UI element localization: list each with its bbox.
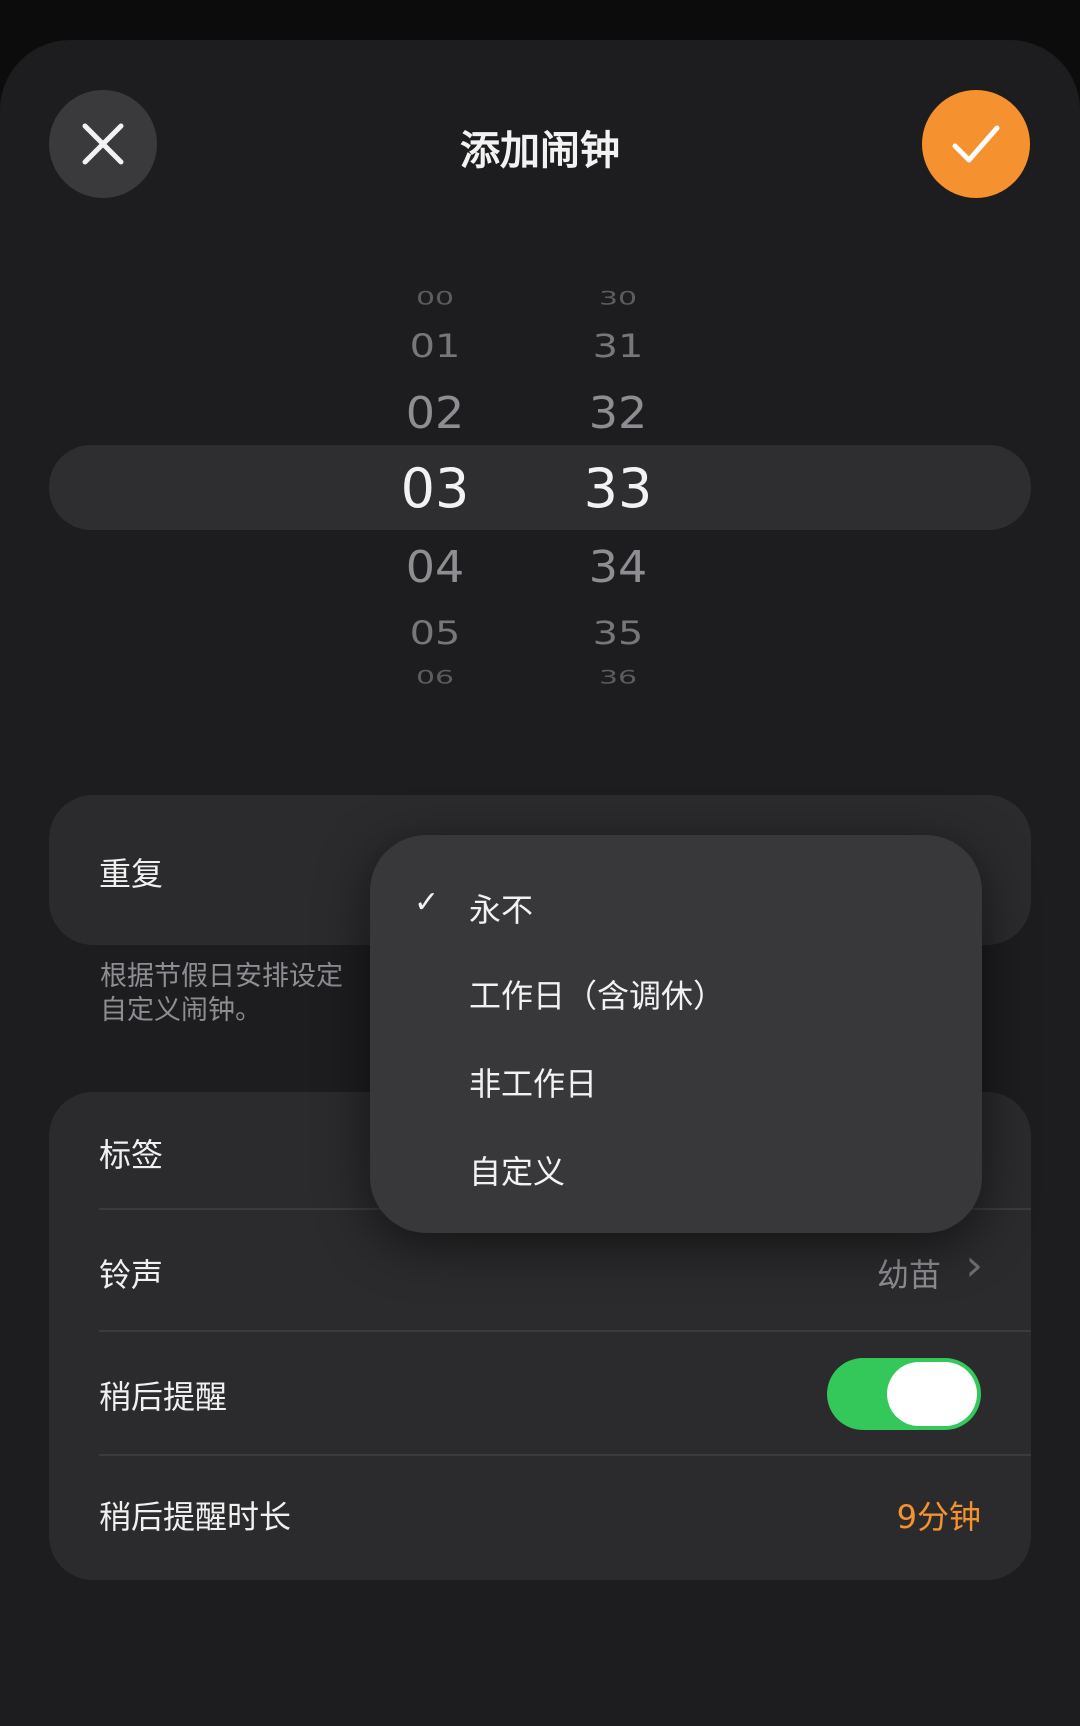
hour-option-03[interactable]: 03: [375, 462, 495, 516]
repeat-option-never[interactable]: ✓ 永不: [370, 835, 982, 931]
check-icon: ✓: [414, 885, 440, 920]
minute-option-34[interactable]: 34: [558, 545, 678, 589]
repeat-option-custom[interactable]: 自定义: [370, 1107, 982, 1207]
repeat-option-label: 工作日（含调休）: [469, 977, 726, 1015]
label-row-label: 标签: [99, 1136, 164, 1174]
confirm-button[interactable]: [922, 90, 1030, 198]
hour-option-02[interactable]: 02: [375, 391, 495, 435]
repeat-option-workdays[interactable]: 工作日（含调休）: [370, 931, 982, 1019]
picker-selection-band: [49, 445, 1031, 530]
repeat-option-label: 永不: [469, 891, 534, 929]
toggle-knob: [887, 1362, 977, 1426]
snooze-toggle[interactable]: [827, 1358, 981, 1430]
minute-option-36[interactable]: 36: [549, 669, 687, 687]
minute-option-32[interactable]: 32: [558, 391, 678, 435]
minute-option-30[interactable]: 30: [549, 290, 687, 308]
repeat-option-label: 非工作日: [469, 1065, 598, 1103]
chevron-right-icon: ›: [965, 1240, 983, 1291]
ringtone-label: 铃声: [99, 1256, 164, 1294]
repeat-option-non-workdays[interactable]: 非工作日: [370, 1019, 982, 1107]
hour-option-05[interactable]: 05: [372, 617, 498, 649]
minute-option-35[interactable]: 35: [555, 617, 681, 649]
checkmark-icon: [952, 125, 1000, 163]
hour-option-04[interactable]: 04: [375, 545, 495, 589]
snooze-duration-value: 9分钟: [896, 1498, 981, 1536]
snooze-duration-row[interactable]: 稍后提醒时长 9分钟: [49, 1456, 1031, 1580]
hour-option-06[interactable]: 06: [366, 669, 504, 687]
minute-option-33[interactable]: 33: [558, 462, 678, 516]
hour-option-00[interactable]: 00: [366, 290, 504, 308]
ringtone-value: 幼苗: [876, 1256, 941, 1294]
repeat-label: 重复: [99, 855, 164, 893]
snooze-duration-label: 稍后提醒时长: [99, 1498, 292, 1536]
snooze-label: 稍后提醒: [99, 1378, 228, 1416]
minute-option-31[interactable]: 31: [555, 330, 681, 362]
repeat-dropdown-menu: ✓ 永不 工作日（含调休） 非工作日 自定义: [370, 835, 982, 1233]
hour-option-01[interactable]: 01: [372, 330, 498, 362]
repeat-option-label: 自定义: [469, 1153, 566, 1191]
page-title: 添加闹钟: [460, 128, 620, 174]
